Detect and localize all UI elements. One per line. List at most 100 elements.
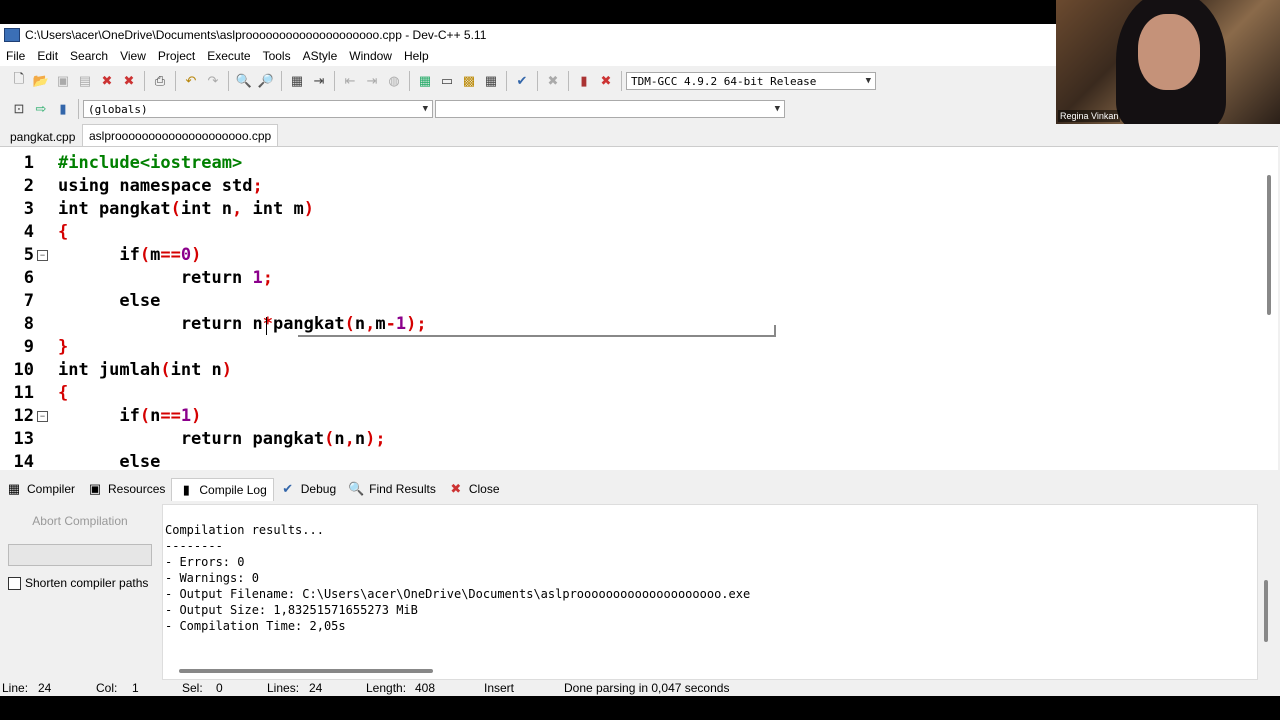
find-icon[interactable]: 🔍 <box>234 71 254 91</box>
tab-close[interactable]: ✖ Close <box>442 478 506 500</box>
scope-select[interactable]: (globals) ▼ <box>83 100 433 118</box>
goto-icon[interactable]: ⇨ <box>31 99 51 119</box>
check-icon: ✔ <box>282 481 294 496</box>
tab-debug[interactable]: ✔ Debug <box>274 478 342 500</box>
close-file-icon[interactable]: ✖ <box>97 71 117 91</box>
tab-aslpro[interactable]: aslproooooooooooooooooooo.cpp <box>82 124 279 147</box>
dev-cpp-window: C:\Users\acer\OneDrive\Documents\aslproo… <box>0 24 1280 696</box>
compile-icon[interactable]: ▦ <box>415 71 435 91</box>
bottom-panel-tabs: ▦ Compiler ▣ Resources ▮ Compile Log ✔ D… <box>0 476 1280 502</box>
checkbox-box[interactable] <box>8 576 21 590</box>
fold-collapse-icon[interactable]: − <box>37 411 48 422</box>
editor-scrollbar-thumb[interactable] <box>1267 175 1271 315</box>
stop-icon[interactable]: ✖ <box>543 71 563 91</box>
editor-scrollbar[interactable] <box>1262 147 1276 470</box>
code-line: } <box>58 337 69 357</box>
menu-edit[interactable]: Edit <box>31 49 64 63</box>
goto-line-icon[interactable]: ▦ <box>287 71 307 91</box>
code-line: return 1; <box>58 268 273 288</box>
log-line: - Output Size: 1,83251571655273 MiB <box>165 603 418 617</box>
print-icon[interactable]: ⎙ <box>150 71 170 91</box>
log-line: - Errors: 0 <box>165 555 245 569</box>
status-line-value: 24 <box>38 681 52 695</box>
status-message: Done parsing in 0,047 seconds <box>564 681 730 695</box>
log-vertical-scrollbar[interactable] <box>1264 580 1268 642</box>
symbol-select[interactable]: ▼ <box>435 100 785 118</box>
grid-icon: ▦ <box>7 481 21 496</box>
tab-label: Find Results <box>369 482 436 496</box>
log-line: - Warnings: 0 <box>165 571 259 585</box>
line-number: 10 <box>13 360 34 380</box>
close-all-icon[interactable]: ✖ <box>119 71 139 91</box>
status-line-label: Line: <box>2 681 29 695</box>
code-line: if(m==0) <box>58 245 202 265</box>
tab-label: Compile Log <box>199 482 267 497</box>
app-icon <box>4 28 20 42</box>
open-file-icon[interactable]: 📂 <box>31 71 51 91</box>
unindent-icon[interactable]: ⇥ <box>362 71 382 91</box>
compile-log[interactable]: Compilation results... -------- - Errors… <box>162 504 1258 680</box>
resources-icon: ▣ <box>88 481 102 496</box>
profile-icon[interactable]: ▮ <box>574 71 594 91</box>
replace-icon[interactable]: 🔎 <box>256 71 276 91</box>
menu-tools[interactable]: Tools <box>257 49 297 63</box>
log-line: -------- <box>165 539 223 553</box>
menu-search[interactable]: Search <box>64 49 114 63</box>
tab-compiler[interactable]: ▦ Compiler <box>0 478 81 500</box>
log-line: - Compilation Time: 2,05s <box>165 619 346 633</box>
code-line: return pangkat(n,n); <box>58 429 386 449</box>
line-number: 8 <box>23 314 34 334</box>
status-length-value: 408 <box>415 681 436 695</box>
log-horizontal-scrollbar[interactable] <box>179 669 433 673</box>
search-icon: 🔍 <box>348 481 365 496</box>
menu-help[interactable]: Help <box>398 49 435 63</box>
line-number: 9 <box>23 337 34 357</box>
status-lines-value: 24 <box>309 681 323 695</box>
line-number: 12 <box>13 406 34 426</box>
menu-file[interactable]: File <box>0 49 31 63</box>
menu-astyle[interactable]: AStyle <box>297 49 344 63</box>
abort-compilation-button[interactable]: Abort Compilation <box>8 510 152 532</box>
window-title: C:\Users\acer\OneDrive\Documents\aslproo… <box>25 28 487 42</box>
tab-resources[interactable]: ▣ Resources <box>81 478 171 500</box>
bookmark-icon[interactable]: ⇥ <box>309 71 329 91</box>
file-tabs: pangkat.cpp aslproooooooooooooooooooo.cp… <box>0 124 1280 147</box>
line-number: 6 <box>23 268 34 288</box>
class-browser-icon[interactable]: ▮ <box>53 99 73 119</box>
tab-find-results[interactable]: 🔍 Find Results <box>342 478 442 500</box>
shorten-paths-checkbox[interactable]: Shorten compiler paths <box>8 576 148 590</box>
chevron-down-icon: ▼ <box>865 76 871 86</box>
run-icon[interactable]: ▭ <box>437 71 457 91</box>
delete-profile-icon[interactable]: ✖ <box>596 71 616 91</box>
code-line: using namespace std; <box>58 176 263 196</box>
menu-view[interactable]: View <box>114 49 152 63</box>
compiler-select[interactable]: TDM-GCC 4.9.2 64-bit Release ▼ <box>626 72 876 90</box>
chevron-down-icon: ▼ <box>774 104 780 114</box>
line-number: 7 <box>23 291 34 311</box>
fold-collapse-icon[interactable]: − <box>37 250 48 261</box>
rebuild-icon[interactable]: ▦ <box>481 71 501 91</box>
line-number: 1 <box>23 153 34 173</box>
menu-window[interactable]: Window <box>343 49 398 63</box>
text-cursor <box>266 317 267 335</box>
save-all-icon[interactable]: ▤ <box>75 71 95 91</box>
menu-project[interactable]: Project <box>152 49 201 63</box>
undo-icon[interactable]: ↶ <box>181 71 201 91</box>
redo-icon[interactable]: ↷ <box>203 71 223 91</box>
syntax-check-icon[interactable]: ✔ <box>512 71 532 91</box>
insert-icon[interactable]: ⊡ <box>9 99 29 119</box>
tab-compile-log[interactable]: ▮ Compile Log <box>171 477 274 501</box>
code-editor[interactable]: 1 2 3 4 5 6 7 8 9 10 11 12 13 14 − − #in… <box>0 146 1278 470</box>
save-icon[interactable]: ▣ <box>53 71 73 91</box>
tab-pangkat[interactable]: pangkat.cpp <box>4 127 81 146</box>
compile-run-icon[interactable]: ▩ <box>459 71 479 91</box>
toggle-comment-icon[interactable]: ◍ <box>384 71 404 91</box>
scope-select-value: (globals) <box>88 102 148 116</box>
new-file-icon[interactable]: 🗋 <box>9 71 29 91</box>
status-sel-label: Sel: <box>182 681 203 695</box>
class-toolbar: ⊡ ⇨ ▮ (globals) ▼ ▼ <box>0 96 785 122</box>
tab-label: Compiler <box>27 482 76 496</box>
log-line: Compilation results... <box>165 523 324 537</box>
menu-execute[interactable]: Execute <box>201 49 256 63</box>
indent-icon[interactable]: ⇤ <box>340 71 360 91</box>
